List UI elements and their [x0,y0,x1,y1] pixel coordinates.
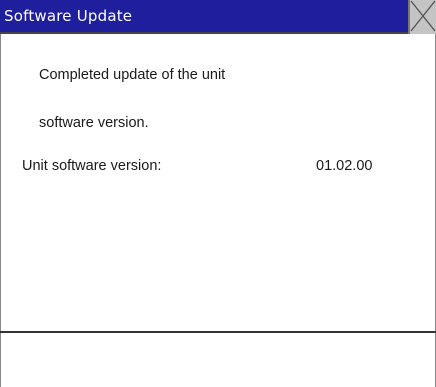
close-x-icon [410,0,436,32]
software-update-dialog: Software Update Completed update of the … [0,0,436,387]
dialog-title: Software Update [4,7,133,25]
dialog-footer [0,333,436,387]
completion-message-line-2: software version. [39,115,149,131]
close-button[interactable] [408,0,436,34]
dialog-body: Completed update of the unit software ve… [0,34,436,331]
unit-software-version-value: 01.02.00 [316,158,373,174]
unit-software-version-label: Unit software version: [22,158,162,174]
title-bar: Software Update [0,0,436,34]
completion-message-line-1: Completed update of the unit [39,67,226,83]
